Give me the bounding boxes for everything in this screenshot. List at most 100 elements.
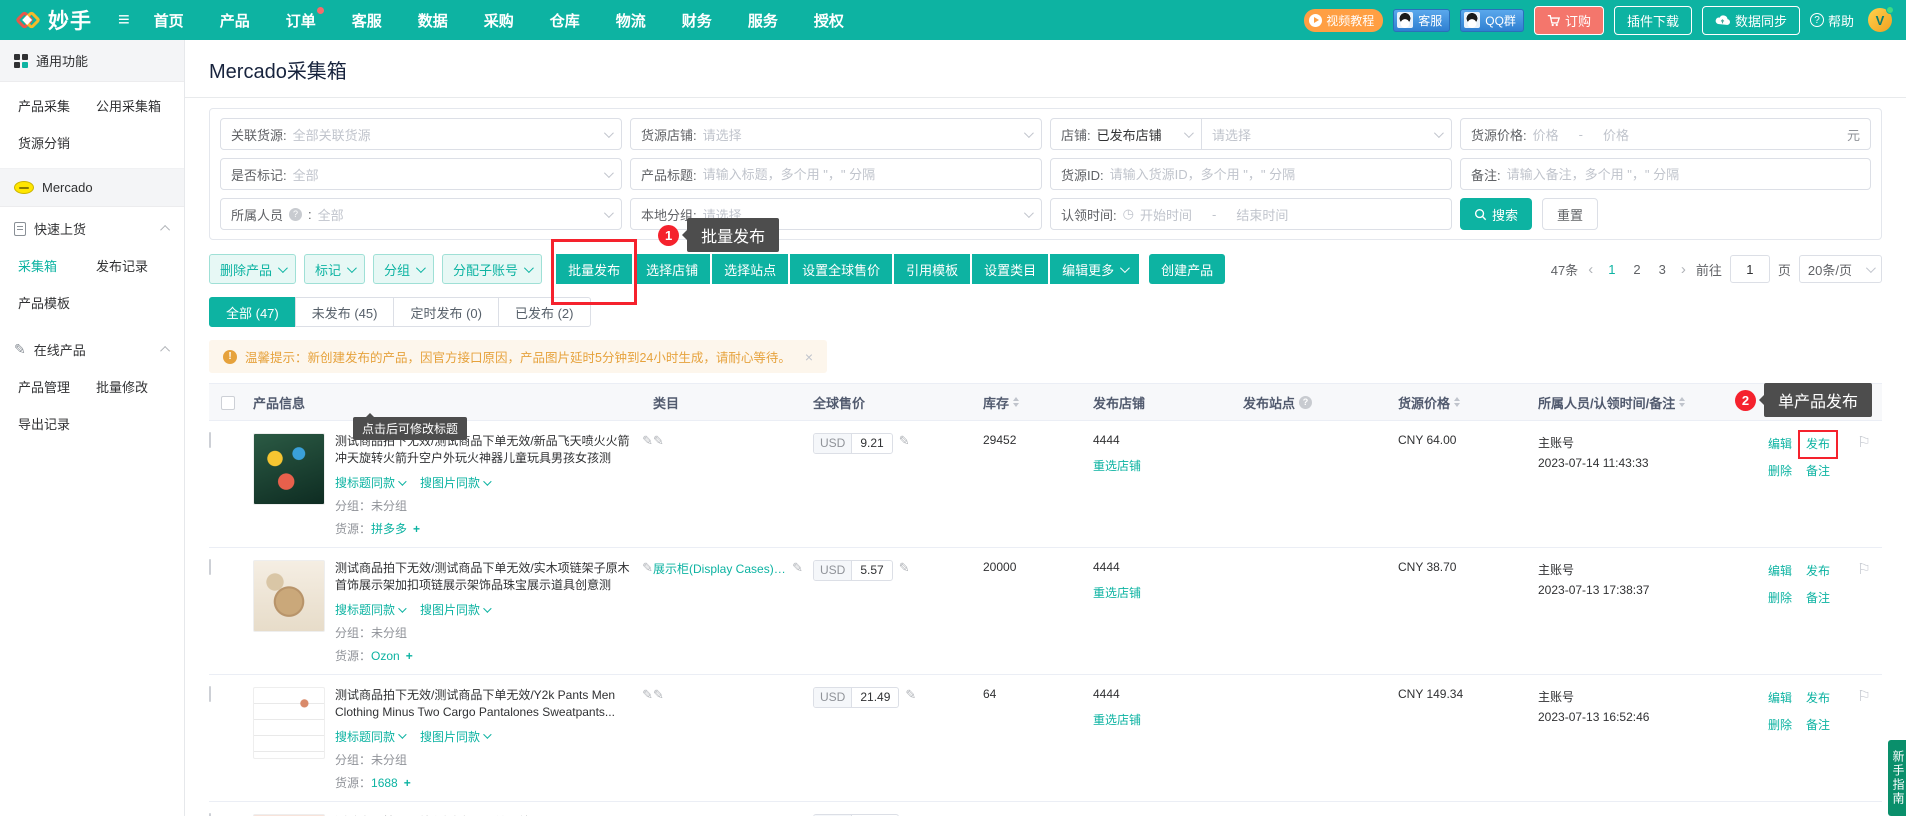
page-2-button[interactable]: 2 <box>1628 262 1645 277</box>
search-same-image-link[interactable]: 搜图片同款 <box>420 601 489 618</box>
nav-item-purchase[interactable]: 采购 <box>484 10 514 31</box>
edit-link[interactable]: 编辑 <box>1768 689 1792 706</box>
sidebar-item-export-record[interactable]: 导出记录 <box>18 414 96 433</box>
header-stock[interactable]: 库存 <box>983 393 1093 412</box>
product-title[interactable]: 测试商品拍下无效/测试商品下单无效/实木项链架子原木首饰展示架加扣项链展示架饰品… <box>335 560 632 595</box>
remark-link[interactable]: 备注 <box>1806 462 1830 479</box>
qq-support-badge[interactable]: 客服 <box>1393 9 1450 32</box>
publish-link[interactable]: 发布 <box>1806 689 1830 706</box>
shop-type-select[interactable]: 店铺: 已发布店铺 <box>1050 118 1202 150</box>
reselect-shop-link[interactable]: 重选店铺 <box>1093 584 1243 601</box>
row-checkbox[interactable] <box>209 686 211 702</box>
video-tutorial-badge[interactable]: 视频教程 <box>1304 9 1383 32</box>
owner-select[interactable]: 所属人员 ? : 全部 <box>220 198 622 230</box>
edit-title-icon[interactable]: ✎ <box>642 433 653 537</box>
hamburger-menu-icon[interactable]: ≡ <box>118 9 130 32</box>
remark-field[interactable]: 备注: <box>1460 158 1871 190</box>
nav-item-home[interactable]: 首页 <box>154 10 184 31</box>
publish-link[interactable]: 发布 <box>1806 435 1830 452</box>
sidebar-group-quick-listing[interactable]: 快速上货 <box>0 207 184 250</box>
nav-item-finance[interactable]: 财务 <box>682 10 712 31</box>
sort-icon[interactable] <box>1679 397 1685 407</box>
group-button[interactable]: 分组 <box>373 254 434 284</box>
edit-more-button[interactable]: 编辑更多 <box>1050 254 1139 284</box>
edit-title-icon[interactable]: ✎ <box>642 687 653 791</box>
row-checkbox[interactable] <box>209 559 211 575</box>
app-logo[interactable]: 妙手 <box>14 5 92 35</box>
product-title-input[interactable] <box>703 167 1031 182</box>
select-shop-button[interactable]: 选择店铺 <box>634 254 710 284</box>
source-shop-select[interactable]: 货源店铺: 请选择 <box>630 118 1042 150</box>
data-sync-button[interactable]: 数据同步 <box>1702 6 1800 35</box>
nav-item-auth[interactable]: 授权 <box>814 10 844 31</box>
search-same-image-link[interactable]: 搜图片同款 <box>420 474 489 491</box>
product-image[interactable] <box>253 433 325 505</box>
avatar[interactable]: V <box>1868 8 1892 32</box>
nav-item-warehouse[interactable]: 仓库 <box>550 10 580 31</box>
nav-item-product[interactable]: 产品 <box>220 10 250 31</box>
source-link[interactable]: 拼多多 <box>371 522 407 536</box>
reselect-shop-link[interactable]: 重选店铺 <box>1093 711 1243 728</box>
product-image[interactable] <box>253 687 325 759</box>
nav-item-data[interactable]: 数据 <box>418 10 448 31</box>
shop-select[interactable]: 请选择 <box>1201 118 1452 150</box>
delete-link[interactable]: 删除 <box>1768 716 1792 733</box>
sort-icon[interactable] <box>1454 397 1460 407</box>
edit-category-icon[interactable]: ✎ <box>653 433 664 449</box>
sidebar-section-mercado[interactable]: Mercado <box>0 169 184 207</box>
edit-price-icon[interactable]: ✎ <box>899 560 910 576</box>
sidebar-group-online-products[interactable]: ✎ 在线产品 <box>0 328 184 371</box>
sidebar-item-product-manage[interactable]: 产品管理 <box>18 377 96 396</box>
publish-link[interactable]: 发布 <box>1806 562 1830 579</box>
remark-input[interactable] <box>1507 167 1860 182</box>
sidebar-item-publish-record[interactable]: 发布记录 <box>96 256 174 275</box>
notice-close-icon[interactable]: × <box>805 349 813 365</box>
edit-price-icon[interactable]: ✎ <box>905 687 916 703</box>
create-product-button[interactable]: 创建产品 <box>1149 254 1225 284</box>
flag-icon[interactable]: ⚐ <box>1846 560 1882 664</box>
add-source-icon[interactable]: + <box>406 649 413 663</box>
goto-page-input[interactable] <box>1730 255 1770 283</box>
source-link[interactable]: Ozon <box>371 649 400 663</box>
edit-title-icon[interactable]: ✎ <box>642 560 653 664</box>
delete-product-button[interactable]: 删除产品 <box>209 254 296 284</box>
source-id-field[interactable]: 货源ID: <box>1050 158 1452 190</box>
search-same-title-link[interactable]: 搜标题同款 <box>335 601 404 618</box>
apply-template-button[interactable]: 引用模板 <box>894 254 970 284</box>
reset-button[interactable]: 重置 <box>1542 198 1598 230</box>
nav-item-service[interactable]: 客服 <box>352 10 382 31</box>
sort-icon[interactable] <box>1013 397 1019 407</box>
page-1-button[interactable]: 1 <box>1603 262 1620 277</box>
nav-item-logistics[interactable]: 物流 <box>616 10 646 31</box>
edit-link[interactable]: 编辑 <box>1768 562 1792 579</box>
source-link[interactable]: 1688 <box>371 776 398 790</box>
tab-unpublished[interactable]: 未发布 (45) <box>295 297 395 327</box>
set-category-button[interactable]: 设置类目 <box>972 254 1048 284</box>
search-same-title-link[interactable]: 搜标题同款 <box>335 474 404 491</box>
add-source-icon[interactable]: + <box>404 776 411 790</box>
next-page-button[interactable]: › <box>1679 261 1688 278</box>
sidebar-item-collect-box[interactable]: 采集箱 <box>18 256 96 275</box>
edit-price-icon[interactable]: ✎ <box>899 433 910 449</box>
newbie-guide-tab[interactable]: 新手指南 <box>1888 740 1906 816</box>
edit-link[interactable]: 编辑 <box>1768 435 1792 452</box>
sidebar-item-supply[interactable]: 货源分销 <box>18 133 96 152</box>
help-button[interactable]: ?帮助 <box>1810 11 1854 30</box>
header-cost[interactable]: 货源价格 <box>1398 393 1538 412</box>
search-same-title-link[interactable]: 搜标题同款 <box>335 728 404 745</box>
edit-category-icon[interactable]: ✎ <box>792 560 803 576</box>
select-site-button[interactable]: 选择站点 <box>712 254 788 284</box>
nav-item-order[interactable]: 订单 <box>286 10 316 31</box>
page-size-select[interactable]: 20条/页 <box>1799 255 1882 283</box>
tab-published[interactable]: 已发布 (2) <box>498 297 591 327</box>
subscribe-button[interactable]: 订购 <box>1534 6 1604 35</box>
sidebar-item-product-template[interactable]: 产品模板 <box>18 293 96 312</box>
related-source-select[interactable]: 关联货源: 全部关联货源 <box>220 118 622 150</box>
assign-subaccount-button[interactable]: 分配子账号 <box>442 254 542 284</box>
sidebar-item-public-box[interactable]: 公用采集箱 <box>96 96 174 115</box>
sidebar-item-product-collect[interactable]: 产品采集 <box>18 96 96 115</box>
search-button[interactable]: 搜索 <box>1460 198 1532 230</box>
source-price-range[interactable]: 货源价格: 价格 - 价格 元 <box>1460 118 1871 150</box>
plugin-download-button[interactable]: 插件下载 <box>1614 6 1692 35</box>
page-3-button[interactable]: 3 <box>1654 262 1671 277</box>
